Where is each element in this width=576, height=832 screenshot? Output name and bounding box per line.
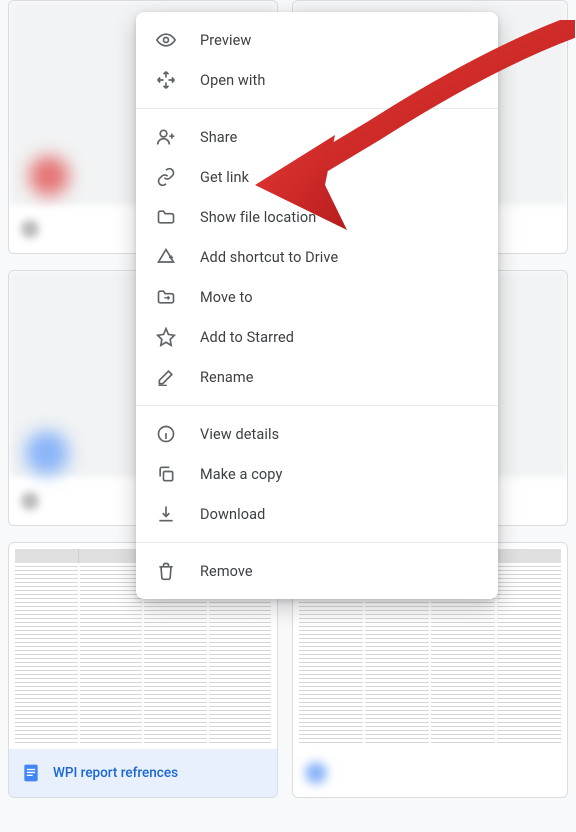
chevron-right-icon xyxy=(466,72,482,88)
menu-divider xyxy=(136,542,498,543)
menu-item-open-with[interactable]: Open with xyxy=(136,60,498,100)
arrows-icon xyxy=(156,70,176,90)
menu-item-remove[interactable]: Remove xyxy=(136,551,498,591)
drive-shortcut-icon xyxy=(156,247,176,267)
menu-label: Rename xyxy=(200,369,482,386)
menu-label: Preview xyxy=(200,32,482,49)
menu-label: Download xyxy=(200,506,482,523)
menu-label: View details xyxy=(200,426,482,443)
menu-item-get-link[interactable]: Get link xyxy=(136,157,498,197)
menu-label: Move to xyxy=(200,289,482,306)
eye-icon xyxy=(156,30,176,50)
folder-move-icon xyxy=(156,287,176,307)
context-menu: Preview Open with Share Get link Show fi… xyxy=(136,12,498,599)
menu-label: Share xyxy=(200,129,482,146)
pencil-icon xyxy=(156,367,176,387)
menu-item-download[interactable]: Download xyxy=(136,494,498,534)
menu-item-add-shortcut[interactable]: Add shortcut to Drive xyxy=(136,237,498,277)
menu-item-view-details[interactable]: View details xyxy=(136,414,498,454)
menu-label: Remove xyxy=(200,563,482,580)
star-icon xyxy=(156,327,176,347)
menu-item-move-to[interactable]: Move to xyxy=(136,277,498,317)
folder-icon xyxy=(156,207,176,227)
menu-item-make-copy[interactable]: Make a copy xyxy=(136,454,498,494)
menu-label: Add to Starred xyxy=(200,329,482,346)
google-docs-icon xyxy=(21,763,41,783)
menu-divider xyxy=(136,405,498,406)
menu-item-rename[interactable]: Rename xyxy=(136,357,498,397)
menu-divider xyxy=(136,108,498,109)
file-footer: WPI report refrences xyxy=(9,749,277,797)
menu-item-show-location[interactable]: Show file location xyxy=(136,197,498,237)
file-footer xyxy=(293,749,567,797)
menu-label: Show file location xyxy=(200,209,482,226)
menu-item-share[interactable]: Share xyxy=(136,117,498,157)
person-add-icon xyxy=(156,127,176,147)
trash-icon xyxy=(156,561,176,581)
file-title: WPI report refrences xyxy=(53,765,178,781)
menu-label: Get link xyxy=(200,169,482,186)
copy-icon xyxy=(156,464,176,484)
menu-item-add-starred[interactable]: Add to Starred xyxy=(136,317,498,357)
info-icon xyxy=(156,424,176,444)
menu-label: Make a copy xyxy=(200,466,482,483)
download-icon xyxy=(156,504,176,524)
link-icon xyxy=(156,167,176,187)
menu-label: Open with xyxy=(200,72,442,89)
menu-item-preview[interactable]: Preview xyxy=(136,20,498,60)
menu-label: Add shortcut to Drive xyxy=(200,249,482,266)
